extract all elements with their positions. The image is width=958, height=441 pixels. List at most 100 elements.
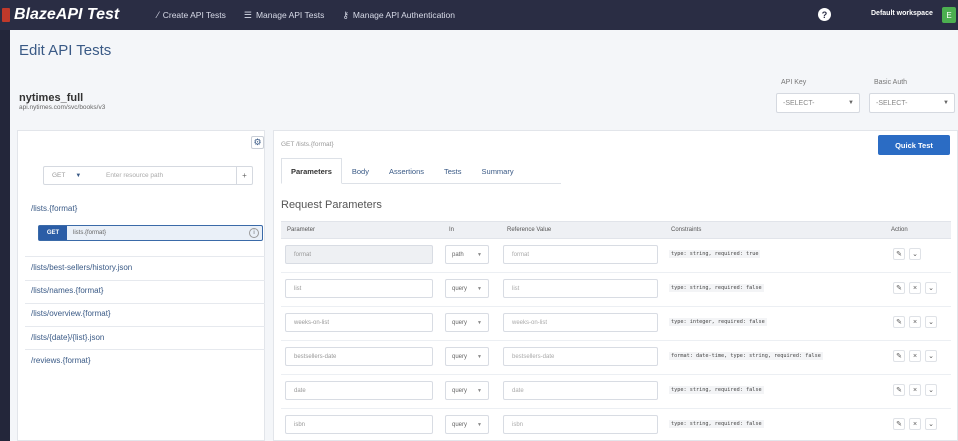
constraint-text: type: string, required: false [669,386,764,394]
api-key-label: API Key [781,79,807,86]
chevron-down-icon: ▼ [477,354,482,360]
delete-icon[interactable]: × [909,384,921,396]
col-parameter: Parameter [287,227,316,233]
params-table-header: Parameter In Reference Value Constraints… [281,221,951,239]
edit-icon[interactable]: ✎ [893,384,905,396]
chevron-down-icon[interactable]: ⌄ [925,350,937,362]
nav-link-label: Create API Tests [162,10,226,20]
delete-icon[interactable]: × [909,316,921,328]
param-in-select[interactable]: query ▼ [445,381,489,400]
col-reference-value: Reference Value [507,227,552,233]
reference-value-input[interactable]: bestsellers-date [503,347,658,366]
active-resource-path: lists.{format} [73,230,107,236]
constraint-text: type: string, required: false [669,284,764,292]
param-in-select[interactable]: query ▼ [445,279,489,298]
nav-link-label: Manage API Tests [255,10,325,20]
param-in-select[interactable]: query ▼ [445,347,489,366]
chevron-down-icon: ▼ [477,320,482,326]
top-navbar: BlazeAPI Test ⁄ Create API Tests ☰ Manag… [0,0,958,30]
param-in-select[interactable]: query ▼ [445,415,489,434]
param-in-value: query [452,421,468,428]
resource-item[interactable]: /reviews.{format} [31,356,91,365]
reference-value-input[interactable]: weeks-on-list [503,313,658,332]
constraint-text: format: date-time, type: string, require… [669,352,823,360]
delete-icon[interactable]: × [909,282,921,294]
chevron-down-icon: ▼ [75,172,82,179]
resource-item[interactable]: /lists/overview.{format} [31,309,111,318]
delete-icon[interactable]: × [909,418,921,430]
tab-assertions[interactable]: Assertions [379,158,434,184]
divider [25,280,265,281]
chevron-down-icon: ▼ [477,286,482,292]
col-constraints: Constraints [671,227,702,233]
gear-icon[interactable]: ⚙ [251,136,264,149]
param-in-value: path [452,251,464,258]
divider [25,256,265,257]
help-icon[interactable]: ? [818,8,831,21]
new-resource-row: GET ▼ Enter resource path + [43,166,253,185]
quick-test-button[interactable]: Quick Test [878,135,950,155]
nav-links: ⁄ Create API Tests ☰ Manage API Tests ⚷ … [157,10,473,21]
api-url: api.nytimes.com/svc/books/v3 [19,104,106,111]
workspace-selector[interactable]: Default workspace [871,10,933,17]
param-in-value: query [452,319,468,326]
resource-item[interactable]: /lists/names.{format} [31,286,103,295]
reference-value-input[interactable]: format [503,245,658,264]
param-name-field[interactable]: weeks-on-list [285,313,433,332]
delete-icon[interactable]: × [909,350,921,362]
info-icon[interactable]: i [249,228,259,238]
edit-icon[interactable]: ✎ [893,248,905,260]
param-name-field[interactable]: date [285,381,433,400]
chevron-down-icon: ▼ [477,422,482,428]
resource-panel: ⚙ GET ▼ Enter resource path + /lists.{fo… [17,130,265,441]
nav-create-api-tests[interactable]: ⁄ Create API Tests [157,10,226,21]
method-value: GET [52,172,66,179]
resource-path-input[interactable]: Enter resource path [106,172,163,179]
edit-icon[interactable]: ✎ [893,418,905,430]
chevron-down-icon[interactable]: ⌄ [925,316,937,328]
col-action: Action [891,227,908,233]
chevron-down-icon[interactable]: ⌄ [909,248,921,260]
param-in-value: query [452,353,468,360]
reference-value-input[interactable]: isbn [503,415,658,434]
reference-value-input[interactable]: list [503,279,658,298]
divider [25,349,265,350]
basic-auth-select[interactable]: -SELECT- ▼ [869,93,955,113]
brand-logo-icon [2,8,10,22]
tab-summary[interactable]: Summary [472,158,524,184]
key-icon: ⚷ [342,9,349,20]
tab-body[interactable]: Body [342,158,379,184]
tab-tests[interactable]: Tests [434,158,472,184]
resource-item[interactable]: /lists/best-sellers/history.json [31,263,132,272]
param-in-select[interactable]: query ▼ [445,313,489,332]
api-key-select[interactable]: -SELECT- ▼ [776,93,860,113]
edit-icon[interactable]: ✎ [893,316,905,328]
reference-value-input[interactable]: date [503,381,658,400]
active-resource[interactable]: GET lists.{format} i [38,225,263,241]
chevron-down-icon[interactable]: ⌄ [925,384,937,396]
method-select[interactable]: GET ▼ [52,172,104,179]
method-badge: GET [39,226,67,240]
workspace-badge[interactable]: E [942,7,956,23]
param-name-field[interactable]: isbn [285,415,433,434]
param-name-field[interactable]: list [285,279,433,298]
table-row: isbn query ▼ isbn type: string, required… [281,409,951,441]
chevron-down-icon[interactable]: ⌄ [925,418,937,430]
tab-parameters[interactable]: Parameters [281,158,342,184]
add-resource-button[interactable]: + [236,167,252,184]
param-in-select[interactable]: path ▼ [445,245,489,264]
brand-name: BlazeAPI Test [14,6,120,23]
param-name-field[interactable]: bestsellers-date [285,347,433,366]
chevron-down-icon[interactable]: ⌄ [925,282,937,294]
nav-manage-api-tests[interactable]: ☰ Manage API Tests [244,10,324,21]
section-title: Request Parameters [281,199,382,211]
wand-icon: ⁄ [157,10,159,20]
col-in: In [449,227,455,233]
brand[interactable]: BlazeAPI Test [2,0,119,30]
resource-group-lists-format[interactable]: /lists.{format} [31,204,77,213]
edit-icon[interactable]: ✎ [893,350,905,362]
edit-icon[interactable]: ✎ [893,282,905,294]
nav-manage-api-authentication[interactable]: ⚷ Manage API Authentication [342,10,455,21]
chevron-down-icon: ▼ [848,100,854,106]
resource-item[interactable]: /lists/{date}/{list}.json [31,333,104,342]
